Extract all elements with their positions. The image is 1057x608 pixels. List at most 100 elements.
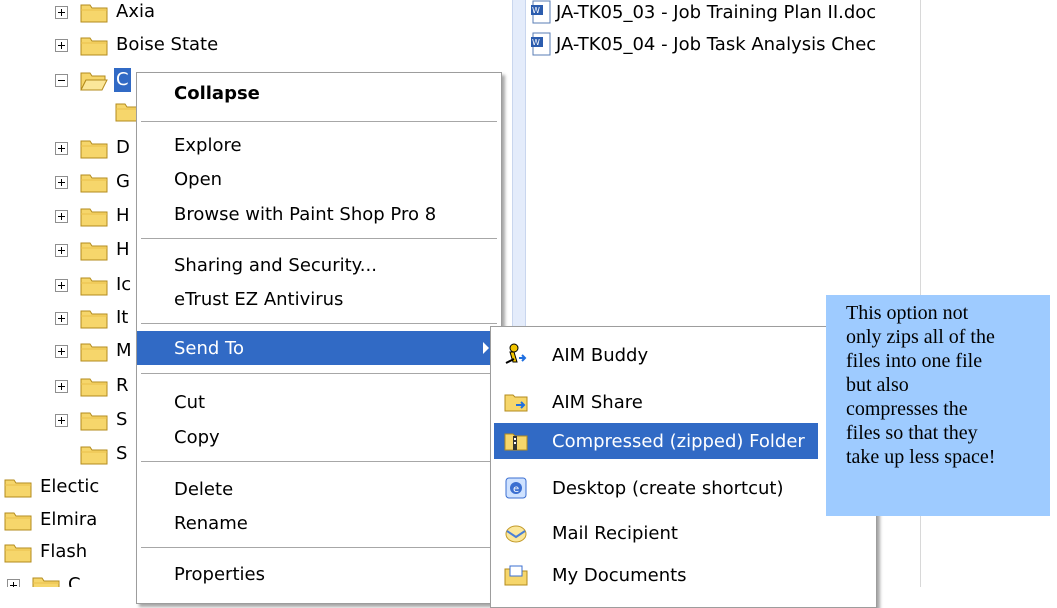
menu-item-collapse[interactable]: Collapse (137, 78, 501, 108)
submenu-item-aim-share[interactable]: AIM Share (491, 384, 876, 420)
file-item[interactable]: W JA-TK05_03 - Job Training Plan II.doc (530, 0, 876, 26)
folder-icon (32, 577, 60, 587)
menu-item-label: Open (174, 168, 223, 190)
folder-icon (80, 310, 108, 329)
menu-item-label: Properties (174, 563, 265, 585)
folder-icon (80, 242, 108, 261)
folder-icon (80, 412, 108, 431)
expand-icon[interactable] (55, 38, 68, 52)
menu-separator (141, 238, 497, 239)
tree-item[interactable]: Elmira (4, 505, 99, 535)
submenu-item-label: Desktop (create shortcut) (552, 477, 784, 499)
expand-icon[interactable] (55, 278, 68, 292)
tree-item-label: M (116, 340, 132, 361)
expand-icon[interactable] (55, 175, 68, 189)
svg-text:W: W (532, 6, 540, 15)
menu-item-browse-paint-shop[interactable]: Browse with Paint Shop Pro 8 (137, 199, 501, 229)
tree-item[interactable]: Electic (4, 472, 101, 502)
collapse-icon[interactable] (55, 73, 68, 87)
menu-separator (141, 323, 497, 324)
menu-item-label: Send To (174, 337, 245, 359)
submenu-item-aim-buddy[interactable]: AIM Buddy (491, 337, 876, 373)
file-item[interactable]: W JA-TK05_04 - Job Task Analysis Chec (530, 30, 876, 58)
menu-item-open[interactable]: Open (137, 164, 501, 194)
svg-text:e: e (513, 484, 519, 495)
tree-item-label: Elmira (40, 509, 98, 530)
tree-item[interactable]: G (55, 167, 132, 197)
svg-text:W: W (532, 38, 540, 47)
menu-item-label: Rename (174, 512, 248, 534)
tree-item-selected[interactable]: C (55, 65, 131, 95)
file-name: JA-TK05_03 - Job Training Plan II.doc (556, 1, 877, 23)
tree-item-label: G (116, 171, 130, 192)
submenu-item-my-documents[interactable]: My Documents (491, 557, 876, 593)
expand-icon[interactable] (55, 209, 68, 223)
menu-item-label: Collapse (174, 82, 260, 104)
tip-callout: This option not only zips all of the fil… (826, 295, 1050, 516)
expand-icon[interactable] (55, 413, 68, 427)
folder-icon (80, 37, 108, 56)
mail-recipient-icon (505, 525, 527, 543)
tree-item-label: C (114, 68, 131, 92)
tree-item[interactable]: M (55, 336, 134, 366)
menu-item-cut[interactable]: Cut (137, 387, 501, 417)
tree-item-label: C (68, 574, 81, 587)
tree-item[interactable]: D (55, 133, 132, 163)
expand-icon[interactable] (55, 379, 68, 393)
desktop-shortcut-icon: e (505, 477, 527, 499)
tree-item[interactable]: S (55, 405, 129, 435)
tree-item[interactable]: H (55, 235, 132, 265)
menu-item-rename[interactable]: Rename (137, 508, 501, 538)
callout-line: compresses the (846, 398, 968, 420)
tree-item[interactable]: R (55, 371, 131, 401)
tree-item[interactable]: Flash (4, 537, 89, 567)
tree-item[interactable]: C (7, 570, 83, 587)
open-folder-icon (80, 72, 108, 91)
tree-item[interactable]: H (55, 201, 132, 231)
submenu-item-label: AIM Share (552, 391, 643, 413)
expand-icon[interactable] (55, 141, 68, 155)
folder-icon (80, 277, 108, 296)
tree-item[interactable]: Boise State (55, 30, 220, 60)
tree-item-label: S (116, 443, 128, 464)
folder-icon (80, 378, 108, 397)
aim-share-folder-icon (504, 394, 528, 412)
tree-item[interactable]: S (80, 439, 129, 469)
submenu-item-label: AIM Buddy (552, 344, 649, 366)
menu-item-label: Copy (174, 426, 220, 448)
submenu-item-label: My Documents (552, 564, 687, 586)
tree-item-label: Flash (40, 541, 88, 562)
folder-icon (4, 512, 32, 531)
menu-item-delete[interactable]: Delete (137, 474, 501, 504)
expand-icon[interactable] (55, 344, 68, 358)
expand-icon[interactable] (55, 311, 68, 325)
folder-icon (80, 140, 108, 159)
tree-item-label: R (116, 375, 129, 396)
menu-item-label: Explore (174, 134, 242, 156)
expand-icon[interactable] (55, 243, 68, 257)
menu-item-explore[interactable]: Explore (137, 130, 501, 160)
submenu-item-label: Compressed (zipped) Folder (552, 430, 805, 452)
callout-line: take up less space! (846, 446, 996, 468)
tree-item[interactable]: Axia (55, 0, 157, 27)
callout-line: files into one file (846, 350, 983, 372)
menu-item-label: Sharing and Security... (174, 254, 377, 276)
my-documents-icon (504, 565, 528, 586)
expand-icon[interactable] (7, 578, 20, 587)
menu-separator (141, 461, 497, 462)
menu-item-properties[interactable]: Properties (137, 559, 501, 589)
submenu-item-mail-recipient[interactable]: Mail Recipient (491, 515, 876, 551)
tree-item[interactable]: Ic (55, 270, 133, 300)
tree-item-label: Axia (116, 1, 155, 22)
tree-item[interactable]: It (55, 303, 130, 333)
menu-item-send-to[interactable]: Send To (137, 331, 501, 365)
menu-item-copy[interactable]: Copy (137, 422, 501, 452)
menu-item-label: eTrust EZ Antivirus (174, 288, 344, 310)
callout-line: files so that they (846, 422, 978, 444)
submenu-item-desktop-shortcut[interactable]: e Desktop (create shortcut) (491, 470, 876, 506)
submenu-item-compressed-folder[interactable]: Compressed (zipped) Folder (491, 423, 876, 459)
expand-icon[interactable] (55, 5, 68, 19)
tree-item-label: It (116, 307, 129, 328)
menu-item-sharing-security[interactable]: Sharing and Security... (137, 250, 501, 280)
menu-item-etrust-antivirus[interactable]: eTrust EZ Antivirus (137, 284, 501, 314)
